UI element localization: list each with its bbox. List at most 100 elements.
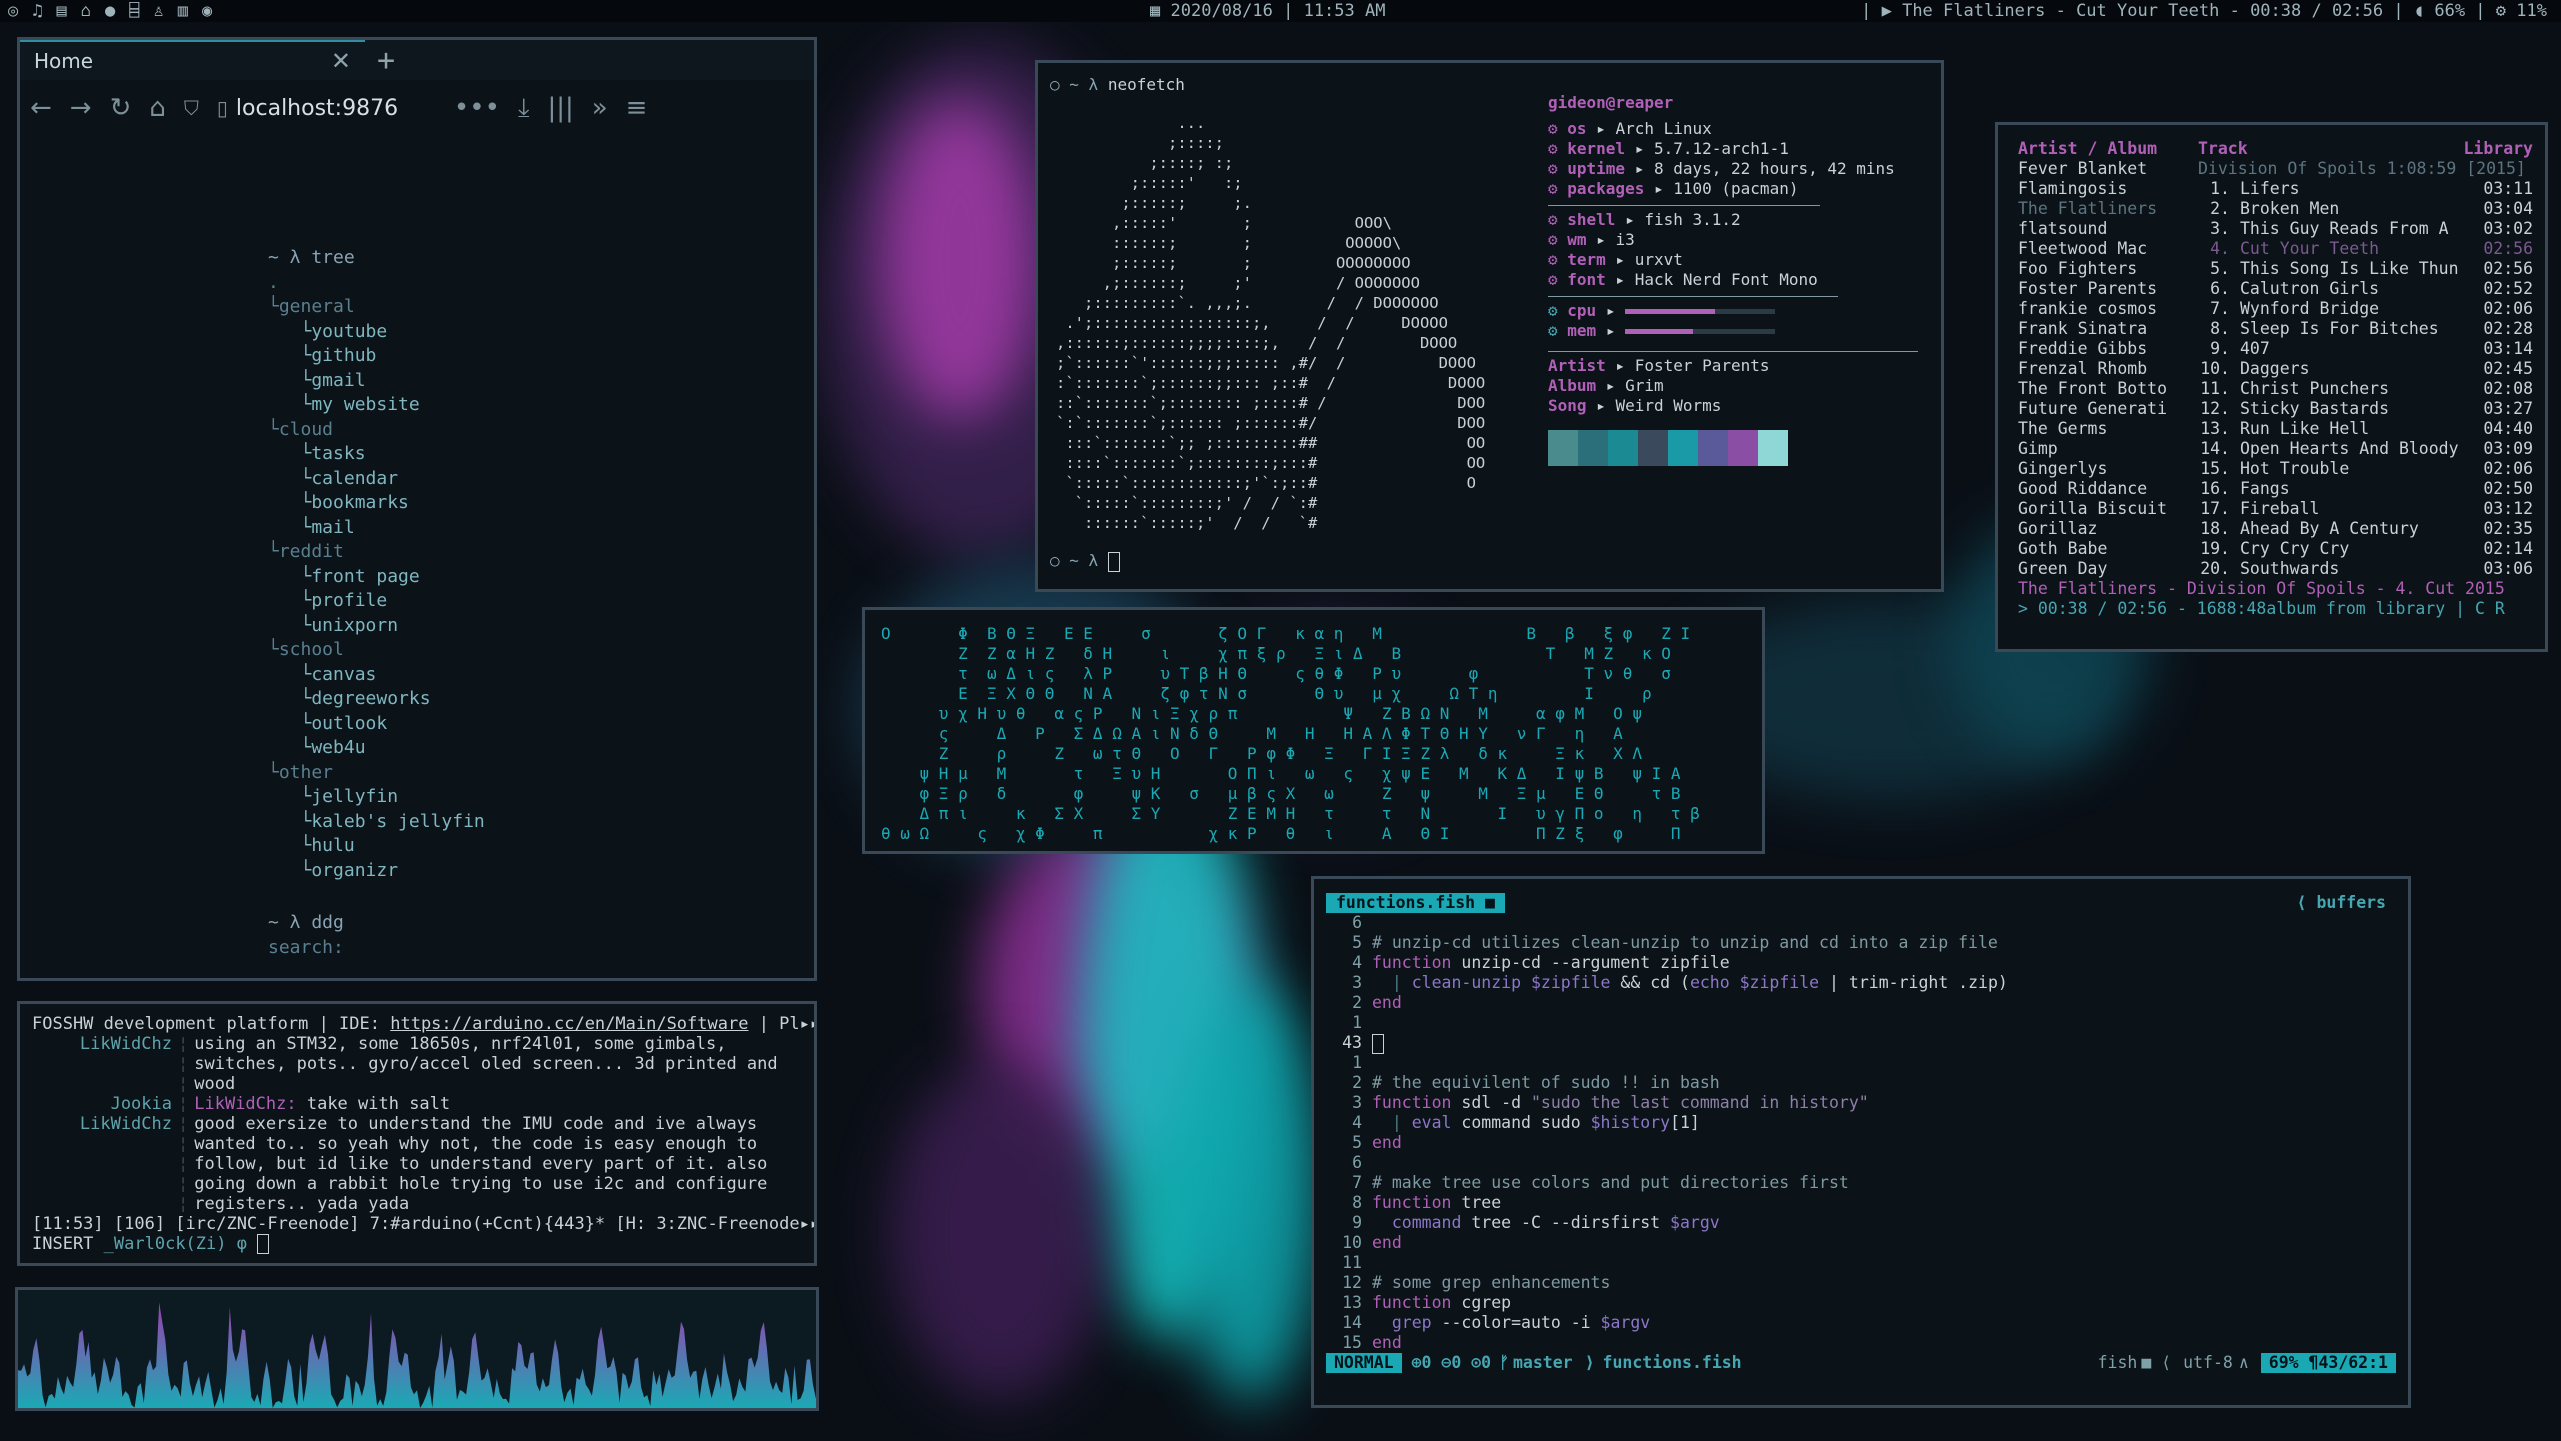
globe-icon[interactable]: ● bbox=[105, 1, 115, 21]
home-icon[interactable]: ⌂ bbox=[81, 1, 91, 21]
tree-link[interactable]: └bookmarks bbox=[268, 491, 485, 516]
tree-link[interactable]: └youtube bbox=[268, 320, 485, 345]
tree-link[interactable]: └hulu bbox=[268, 834, 485, 859]
artist-item[interactable]: frankie cosmos bbox=[2018, 299, 2167, 319]
track-row[interactable]: 19. Cry Cry Cry 02:14 bbox=[2198, 539, 2533, 559]
irc-nick[interactable] bbox=[32, 1134, 172, 1154]
irc-nick[interactable] bbox=[32, 1174, 172, 1194]
tree-link[interactable]: └outlook bbox=[268, 712, 485, 737]
tree-link[interactable]: └github bbox=[268, 344, 485, 369]
tree-link[interactable]: └front page bbox=[268, 565, 485, 590]
track-row[interactable]: 1. Lifers 03:11 bbox=[2198, 179, 2533, 199]
download-icon[interactable]: ⤓ bbox=[518, 93, 530, 124]
track-row[interactable]: 8. Sleep Is For Bitches 02:28 bbox=[2198, 319, 2533, 339]
track-row[interactable]: 13. Run Like Hell 04:40 bbox=[2198, 419, 2533, 439]
bank-icon[interactable]: ⌸ bbox=[129, 1, 139, 21]
tree-link[interactable]: └tasks bbox=[268, 442, 485, 467]
workspace-icons[interactable]: ◎ ♫ ▤ ⌂ ● ⌸ ♙ ▥ ◉ bbox=[8, 1, 212, 21]
track-row[interactable]: 4. Cut Your Teeth 02:56 bbox=[2198, 239, 2533, 259]
artist-item[interactable]: Frenzal Rhomb bbox=[2018, 359, 2167, 379]
film-icon[interactable]: ▤ bbox=[57, 1, 67, 21]
track-row[interactable]: 14. Open Hearts And Bloody 03:09 bbox=[2198, 439, 2533, 459]
overflow-icon[interactable]: » bbox=[592, 93, 608, 123]
tree-link[interactable]: └kaleb's jellyfin bbox=[268, 810, 485, 835]
artist-item[interactable]: Gorillaz bbox=[2018, 519, 2167, 539]
back-icon[interactable]: ← bbox=[30, 93, 52, 123]
tree-link[interactable]: └my website bbox=[268, 393, 485, 418]
artist-item[interactable]: The Germs bbox=[2018, 419, 2167, 439]
track-row[interactable]: 7. Wynford Bridge 02:06 bbox=[2198, 299, 2533, 319]
artist-item[interactable]: The Front Botto bbox=[2018, 379, 2167, 399]
artist-item[interactable]: Flamingosis bbox=[2018, 179, 2167, 199]
track-row[interactable]: 6. Calutron Girls 02:52 bbox=[2198, 279, 2533, 299]
now-playing[interactable]: The Flatliners - Cut Your Teeth - 00:38 … bbox=[1902, 1, 2383, 21]
irc-nick[interactable]: LikWidChz bbox=[32, 1034, 172, 1054]
track-row[interactable]: 12. Sticky Bastards 03:27 bbox=[2198, 399, 2533, 419]
track-row[interactable]: 18. Ahead By A Century 02:35 bbox=[2198, 519, 2533, 539]
topic-link[interactable]: https://arduino.cc/en/Main/Software bbox=[390, 1014, 748, 1034]
irc-nick[interactable] bbox=[32, 1194, 172, 1214]
circle-icon[interactable]: ◎ bbox=[8, 1, 18, 21]
flask-icon[interactable]: ♙ bbox=[154, 1, 164, 21]
track-row[interactable]: 3. This Guy Reads From A 03:02 bbox=[2198, 219, 2533, 239]
artist-item[interactable]: The Flatliners bbox=[2018, 199, 2167, 219]
artist-item[interactable]: Gimp bbox=[2018, 439, 2167, 459]
prompt-line[interactable]: ○ ~ λ bbox=[1050, 551, 1120, 572]
artist-item[interactable]: Foster Parents bbox=[2018, 279, 2167, 299]
artist-item[interactable]: Frank Sinatra bbox=[2018, 319, 2167, 339]
chat-icon[interactable]: ◉ bbox=[202, 1, 212, 21]
tree-link[interactable]: └profile bbox=[268, 589, 485, 614]
track-row[interactable]: 10. Daggers 02:45 bbox=[2198, 359, 2533, 379]
tree-link[interactable]: └web4u bbox=[268, 736, 485, 761]
volume-level[interactable]: 66% bbox=[2434, 1, 2465, 21]
track-row[interactable]: 11. Christ Punchers 02:08 bbox=[2198, 379, 2533, 399]
tab-home[interactable]: Home ✕ bbox=[20, 40, 365, 80]
tree-link[interactable]: └mail bbox=[268, 516, 485, 541]
forward-icon[interactable]: → bbox=[70, 93, 92, 123]
tree-link[interactable]: └gmail bbox=[268, 369, 485, 394]
code-area[interactable]: 6 5 # unzip-cd utilizes clean-unzip to unz… bbox=[1326, 913, 2008, 1353]
artist-item[interactable]: Fever Blanket bbox=[2018, 159, 2167, 179]
artist-item[interactable]: Good Riddance bbox=[2018, 479, 2167, 499]
library-header[interactable]: Library bbox=[2463, 139, 2533, 159]
artist-item[interactable]: Green Day bbox=[2018, 559, 2167, 579]
artist-item[interactable]: Gorilla Biscuit bbox=[2018, 499, 2167, 519]
new-tab-icon[interactable]: + bbox=[377, 43, 395, 78]
artist-item[interactable]: Freddie Gibbs bbox=[2018, 339, 2167, 359]
shield-icon[interactable]: ⛉ bbox=[184, 96, 199, 120]
tree-link[interactable]: └degreeworks bbox=[268, 687, 485, 712]
more-icon[interactable]: ••• bbox=[454, 93, 500, 123]
buffer-tab[interactable]: functions.fish ■ bbox=[1326, 893, 1505, 913]
irc-nick[interactable] bbox=[32, 1054, 172, 1074]
buffers-label[interactable]: ⟨ buffers bbox=[2297, 893, 2386, 913]
track-row[interactable]: 9. 407 03:14 bbox=[2198, 339, 2533, 359]
track-row[interactable]: 2. Broken Men 03:04 bbox=[2198, 199, 2533, 219]
close-icon[interactable]: ✕ bbox=[331, 47, 351, 75]
tree-link[interactable]: └jellyfin bbox=[268, 785, 485, 810]
track-row[interactable]: 5. This Song Is Like Thun 02:56 bbox=[2198, 259, 2533, 279]
home-icon[interactable]: ⌂ bbox=[149, 93, 166, 123]
url-bar[interactable]: localhost:9876 bbox=[236, 96, 436, 121]
artist-item[interactable]: Gingerlys bbox=[2018, 459, 2167, 479]
tree-link[interactable]: └calendar bbox=[268, 467, 485, 492]
track-row[interactable]: 16. Fangs 02:50 bbox=[2198, 479, 2533, 499]
irc-nick[interactable] bbox=[32, 1154, 172, 1174]
track-row[interactable]: 15. Hot Trouble 02:06 bbox=[2198, 459, 2533, 479]
track-row[interactable]: 17. Fireball 03:12 bbox=[2198, 499, 2533, 519]
irc-input[interactable]: INSERT _Warl0ck(Zi) φ bbox=[32, 1234, 802, 1254]
track-row[interactable]: 20. Southwards 03:06 bbox=[2198, 559, 2533, 579]
irc-nick[interactable]: Jookia bbox=[32, 1094, 172, 1114]
artist-item[interactable]: flatsound bbox=[2018, 219, 2167, 239]
artist-item[interactable]: Goth Babe bbox=[2018, 539, 2167, 559]
library-icon[interactable]: ||| bbox=[547, 93, 573, 123]
chart-icon[interactable]: ▥ bbox=[178, 1, 188, 21]
music-icon[interactable]: ♫ bbox=[32, 1, 42, 21]
tree-link[interactable]: └canvas bbox=[268, 663, 485, 688]
tree-link[interactable]: └unixporn bbox=[268, 614, 485, 639]
menu-icon[interactable]: ≡ bbox=[626, 93, 648, 123]
irc-nick[interactable]: LikWidChz bbox=[32, 1114, 172, 1134]
reload-icon[interactable]: ↻ bbox=[110, 93, 132, 123]
tree-link[interactable]: └organizr bbox=[268, 859, 485, 884]
artist-item[interactable]: Fleetwood Mac bbox=[2018, 239, 2167, 259]
search-label[interactable]: search: bbox=[268, 936, 485, 961]
